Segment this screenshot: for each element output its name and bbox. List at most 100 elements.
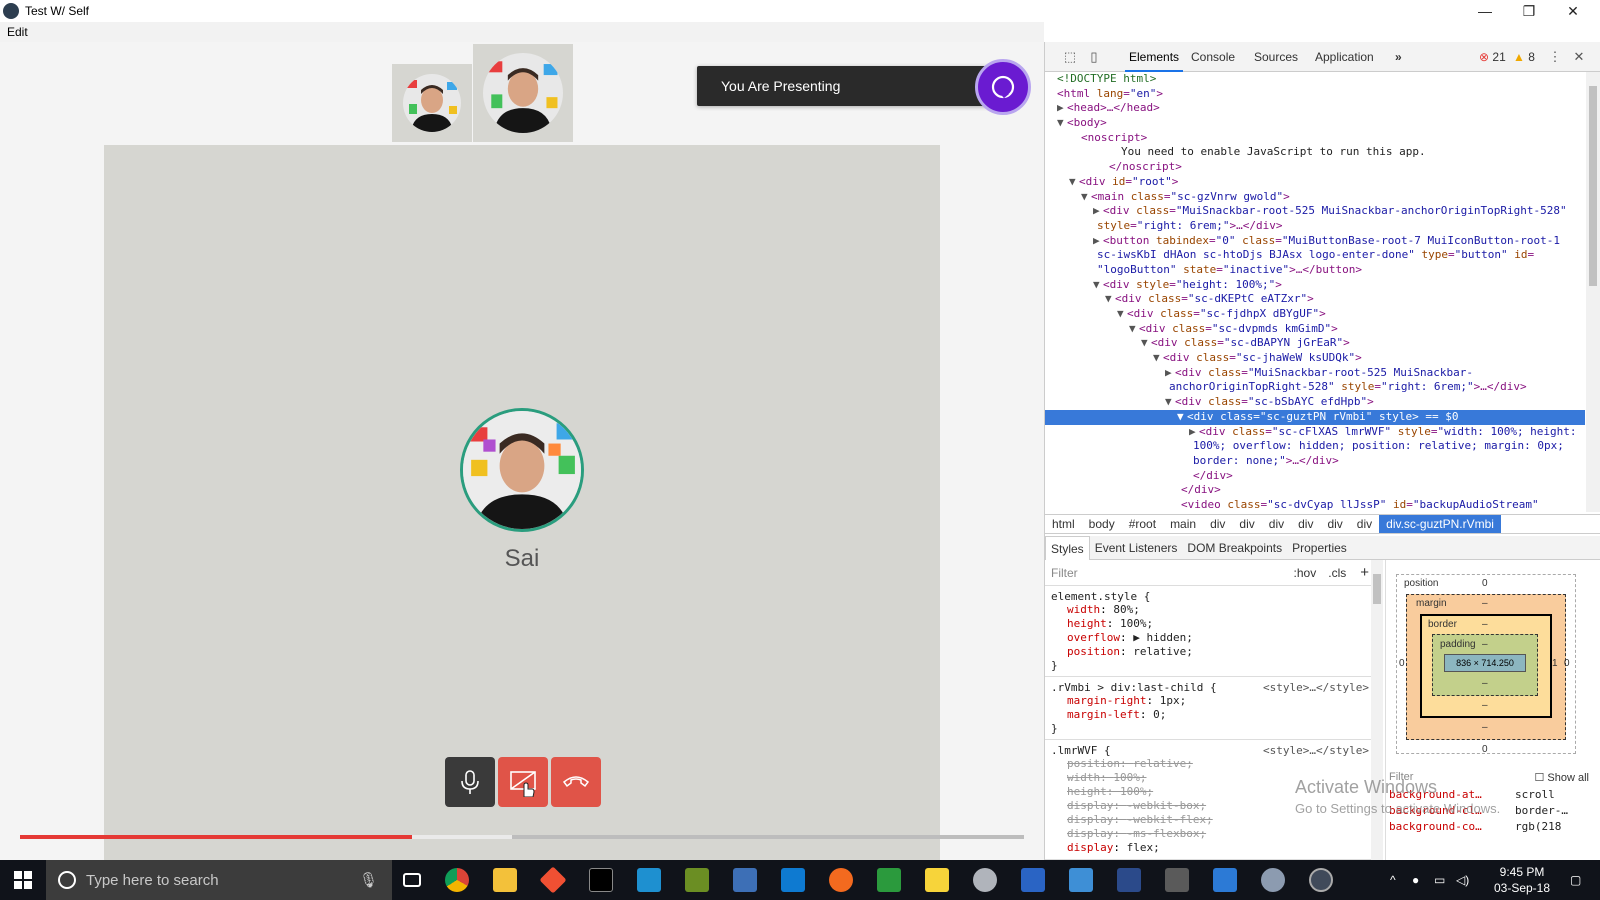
participant-thumbnail[interactable] <box>392 64 472 142</box>
terminal-icon[interactable] <box>589 868 613 892</box>
tray-chrome-icon[interactable]: ● <box>1412 860 1419 900</box>
minimize-icon[interactable]: — <box>1463 0 1507 22</box>
breadcrumb-item[interactable]: div <box>1232 517 1261 531</box>
warning-count[interactable]: ▲ 8 <box>1513 42 1535 72</box>
styles-filter[interactable]: Filter :hov .cls + <box>1045 560 1375 586</box>
app-icon-blue[interactable] <box>637 868 661 892</box>
tab-elements[interactable]: Elements <box>1125 42 1184 72</box>
box-margin-bottom: – <box>1482 722 1488 733</box>
app-icon-green[interactable] <box>877 868 901 892</box>
breadcrumb-item[interactable]: #root <box>1122 517 1163 531</box>
tab-styles[interactable]: Styles <box>1045 535 1090 560</box>
participant-thumbnail-active[interactable] <box>473 44 573 142</box>
search-placeholder: Type here to search <box>86 871 219 889</box>
box-border-bottom: – <box>1482 700 1488 711</box>
box-margin-top: – <box>1482 598 1488 609</box>
devtools-panel: ⬚ ▯ Elements Console Sources Application… <box>1044 42 1600 860</box>
presenting-snackbar: You Are Presenting <box>697 66 993 106</box>
error-count[interactable]: ⊗ 21 <box>1479 42 1506 72</box>
tab-properties[interactable]: Properties <box>1287 536 1352 560</box>
app-icon-gray[interactable] <box>973 868 997 892</box>
avatar <box>403 74 461 132</box>
styles-filter-input[interactable]: Filter <box>1051 566 1078 580</box>
breadcrumb-item[interactable]: div <box>1291 517 1320 531</box>
box-position-top: 0 <box>1482 578 1488 589</box>
file-explorer-icon[interactable] <box>493 868 517 892</box>
postman-icon[interactable] <box>829 868 853 892</box>
app-icon-screen[interactable] <box>1165 868 1189 892</box>
stop-share-button[interactable] <box>498 757 548 807</box>
app-icon-window[interactable] <box>1069 868 1093 892</box>
task-view-icon[interactable] <box>403 873 421 887</box>
presentation-progress[interactable] <box>20 835 1024 839</box>
app-icon-dark[interactable] <box>1117 868 1141 892</box>
tab-sources[interactable]: Sources <box>1254 42 1298 72</box>
electron-app-icon[interactable] <box>1309 868 1333 892</box>
close-devtools-icon[interactable]: ✕ <box>1571 49 1587 65</box>
hov-toggle[interactable]: :hov <box>1294 566 1317 580</box>
breadcrumb-item[interactable]: div <box>1262 517 1291 531</box>
menu-bar: Edit <box>0 22 1044 42</box>
computed-property[interactable]: background-co… rgb(218 <box>1385 819 1600 835</box>
progress-fill <box>20 835 412 839</box>
tab-event-listeners[interactable]: Event Listeners <box>1090 536 1183 560</box>
clock[interactable]: 9:45 PM 03-Sep-18 <box>1486 864 1558 896</box>
start-button[interactable] <box>0 860 46 900</box>
app-icon-store[interactable] <box>1213 868 1237 892</box>
computed-property-value: rgb(218 <box>1515 820 1562 833</box>
menu-edit[interactable]: Edit <box>7 25 28 39</box>
clock-time: 9:45 PM <box>1499 865 1545 879</box>
network-app-icon[interactable] <box>733 868 757 892</box>
computed-property-value: border-… <box>1515 804 1568 817</box>
taskbar: Type here to search 🎙 ^ ● ▭ ◁) 9:45 PM 0… <box>0 860 1600 900</box>
cls-toggle[interactable]: .cls <box>1328 566 1346 580</box>
styles-subtabs: Styles Event Listeners DOM Breakpoints P… <box>1045 535 1600 560</box>
tab-application[interactable]: Application <box>1315 42 1374 72</box>
tab-console[interactable]: Console <box>1191 42 1235 72</box>
activate-title: Activate Windows <box>1295 777 1438 797</box>
breadcrumb-item[interactable]: body <box>1082 517 1122 531</box>
avatar <box>483 53 563 133</box>
tray-chevron-icon[interactable]: ^ <box>1390 860 1396 900</box>
app-icon-wave[interactable] <box>1021 868 1045 892</box>
hang-up-button[interactable] <box>551 757 601 807</box>
selected-dom-node[interactable]: ▼ <div class="sc-guztPN rVmbi" style> == … <box>1045 409 1585 425</box>
logo-button[interactable] <box>975 59 1031 115</box>
network-icon[interactable]: ▭ <box>1434 860 1445 900</box>
breadcrumb-item[interactable]: div <box>1350 517 1379 531</box>
breadcrumb-item[interactable]: html <box>1045 517 1082 531</box>
device-toolbar-icon[interactable]: ▯ <box>1086 49 1102 65</box>
taskbar-search[interactable]: Type here to search 🎙 <box>46 860 392 900</box>
hang-up-icon <box>562 776 590 788</box>
app-icon-bird[interactable] <box>1261 868 1285 892</box>
kebab-menu-icon[interactable]: ⋮ <box>1547 49 1563 65</box>
breadcrumb-item[interactable]: div.sc-guztPN.rVmbi <box>1379 515 1501 533</box>
windows-icon <box>14 871 32 889</box>
dom-scrollbar[interactable] <box>1586 72 1600 512</box>
computed-property-name: background-co… <box>1389 820 1482 833</box>
box-position-bottom: 0 <box>1482 744 1488 755</box>
breadcrumb-item[interactable]: div <box>1320 517 1349 531</box>
git-icon[interactable] <box>539 866 567 894</box>
css-rule[interactable]: <style>…</style> .rVmbi > div:last-child … <box>1045 677 1375 740</box>
more-tabs-icon[interactable]: » <box>1395 42 1402 72</box>
microphone-icon[interactable]: 🎙 <box>359 871 378 889</box>
mic-button[interactable] <box>445 757 495 807</box>
add-rule-icon[interactable]: + <box>1360 564 1369 581</box>
dom-tree[interactable]: <!DOCTYPE html> <html lang="en"> ▶ <head>… <box>1045 72 1585 512</box>
chrome-icon[interactable] <box>445 868 469 892</box>
css-rule[interactable]: element.style { width: 80%; height: 100%… <box>1045 586 1375 677</box>
close-icon[interactable]: ✕ <box>1551 0 1595 22</box>
app-icon-tools[interactable] <box>685 868 709 892</box>
box-border-label: border <box>1428 619 1457 630</box>
restore-icon[interactable]: ❐ <box>1507 0 1551 22</box>
tab-dom-breakpoints[interactable]: DOM Breakpoints <box>1182 536 1287 560</box>
breadcrumb-item[interactable]: main <box>1163 517 1203 531</box>
breadcrumb-item[interactable]: div <box>1203 517 1232 531</box>
vscode-icon[interactable] <box>781 868 805 892</box>
inspect-element-icon[interactable]: ⬚ <box>1062 49 1078 65</box>
notification-icon[interactable]: ▢ <box>1570 860 1581 900</box>
show-all-checkbox[interactable]: ☐ Show all <box>1535 771 1590 784</box>
sticky-notes-icon[interactable] <box>925 868 949 892</box>
volume-icon[interactable]: ◁) <box>1456 860 1469 900</box>
